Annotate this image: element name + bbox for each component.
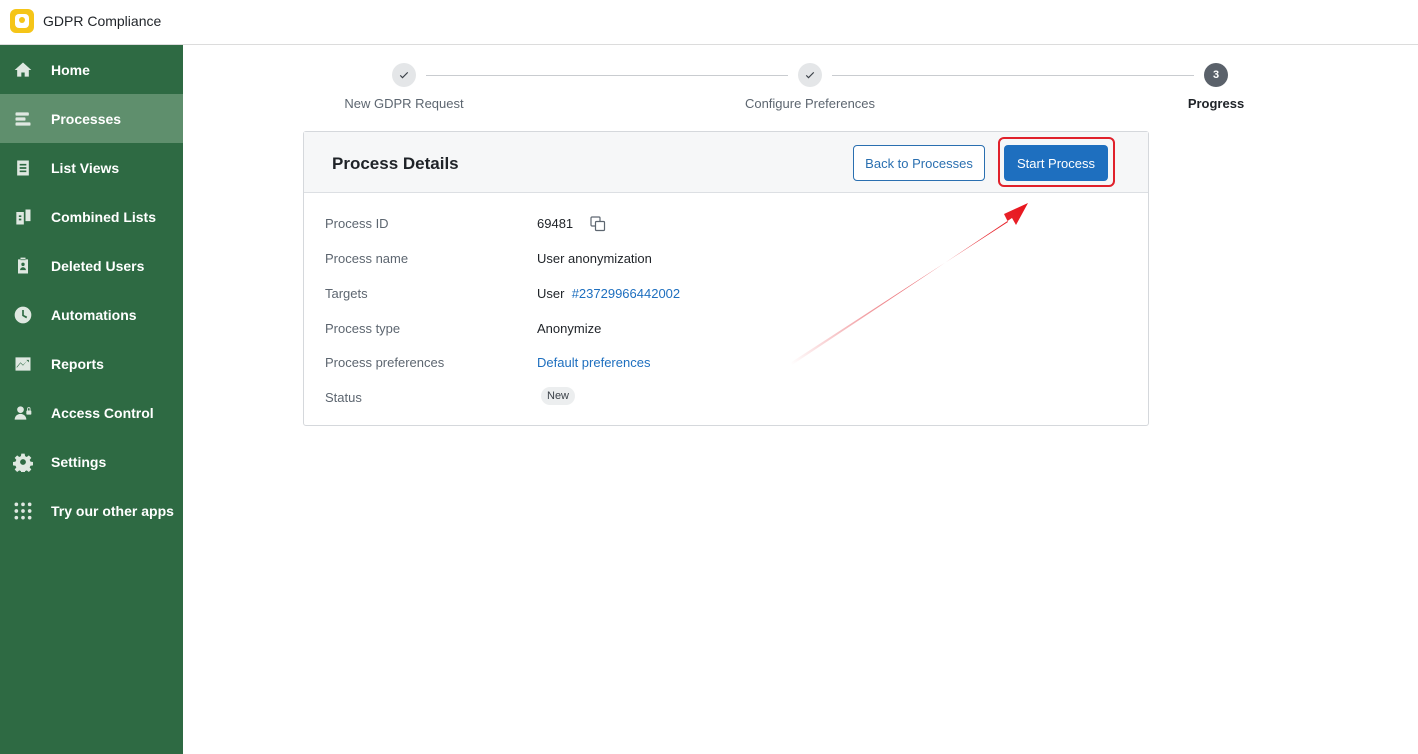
- sidebar-item-settings[interactable]: Settings: [0, 437, 183, 486]
- sidebar-item-deleted-users[interactable]: Deleted Users: [0, 241, 183, 290]
- sidebar-item-automations[interactable]: Automations: [0, 290, 183, 339]
- gear-icon: [12, 451, 34, 473]
- sidebar-item-label: Try our other apps: [51, 502, 174, 519]
- sidebar-item-processes[interactable]: Processes: [0, 94, 183, 143]
- process-id-label: Process ID: [325, 216, 389, 231]
- step-connector-2: [832, 75, 1194, 76]
- sidebar: Home Processes List Views Combined Lists…: [0, 45, 183, 754]
- sidebar-item-label: Automations: [51, 306, 137, 323]
- targets-label: Targets: [325, 286, 368, 301]
- reports-icon: [12, 353, 34, 375]
- sidebar-item-label: Settings: [51, 453, 107, 470]
- targets-value: User #23729966442002: [537, 286, 680, 301]
- clock-icon: [12, 304, 34, 326]
- step-2-check-icon: [798, 63, 822, 87]
- card-header: Process Details Back to Processes Start …: [304, 132, 1148, 193]
- process-type-label: Process type: [325, 321, 401, 336]
- target-user-link[interactable]: #23729966442002: [572, 286, 680, 301]
- step-label-configure-preferences: Configure Preferences: [744, 96, 876, 111]
- processes-icon: [12, 108, 34, 130]
- sidebar-item-label: Access Control: [51, 404, 154, 421]
- sidebar-item-home[interactable]: Home: [0, 45, 183, 94]
- process-preferences-label: Process preferences: [325, 355, 445, 370]
- combined-lists-icon: [12, 206, 34, 228]
- sidebar-item-label: Home: [51, 61, 90, 78]
- app-title: GDPR Compliance: [43, 13, 162, 29]
- sidebar-item-label: Processes: [51, 110, 122, 127]
- list-views-icon: [12, 157, 34, 179]
- sidebar-item-other-apps[interactable]: Try our other apps: [0, 486, 183, 535]
- back-to-processes-button[interactable]: Back to Processes: [853, 145, 985, 181]
- copy-icon[interactable]: [590, 216, 606, 232]
- sidebar-item-reports[interactable]: Reports: [0, 339, 183, 388]
- top-bar: GDPR Compliance: [0, 0, 1418, 45]
- process-type-value: Anonymize: [537, 321, 602, 336]
- deleted-users-icon: [12, 255, 34, 277]
- app-logo-icon: [10, 9, 34, 33]
- step-connector-1: [426, 75, 788, 76]
- step-label-new-request: New GDPR Request: [344, 96, 464, 111]
- process-name-label: Process name: [325, 251, 409, 266]
- start-process-button[interactable]: Start Process: [1004, 145, 1108, 181]
- targets-type: User: [537, 286, 565, 301]
- step-1-check-icon: [392, 63, 416, 87]
- status-label: Status: [325, 390, 362, 405]
- sidebar-item-label: Deleted Users: [51, 257, 145, 274]
- sidebar-item-label: Combined Lists: [51, 208, 157, 225]
- process-id-value: 69481: [537, 216, 574, 231]
- default-preferences-link[interactable]: Default preferences: [537, 355, 650, 370]
- home-icon: [12, 59, 34, 81]
- apps-grid-icon: [12, 500, 34, 522]
- sidebar-item-list-views[interactable]: List Views: [0, 143, 183, 192]
- process-name-value: User anonymization: [537, 251, 652, 266]
- sidebar-item-label: List Views: [51, 159, 120, 176]
- sidebar-item-combined-lists[interactable]: Combined Lists: [0, 192, 183, 241]
- sidebar-item-label: Reports: [51, 355, 104, 372]
- access-control-icon: [12, 402, 34, 424]
- card-title: Process Details: [332, 154, 459, 173]
- status-badge: New: [541, 387, 576, 405]
- sidebar-item-access-control[interactable]: Access Control: [0, 388, 183, 437]
- process-details-card: Process Details Back to Processes Start …: [303, 131, 1149, 426]
- step-label-progress: Progress: [1187, 96, 1245, 111]
- step-3-number: 3: [1204, 63, 1228, 87]
